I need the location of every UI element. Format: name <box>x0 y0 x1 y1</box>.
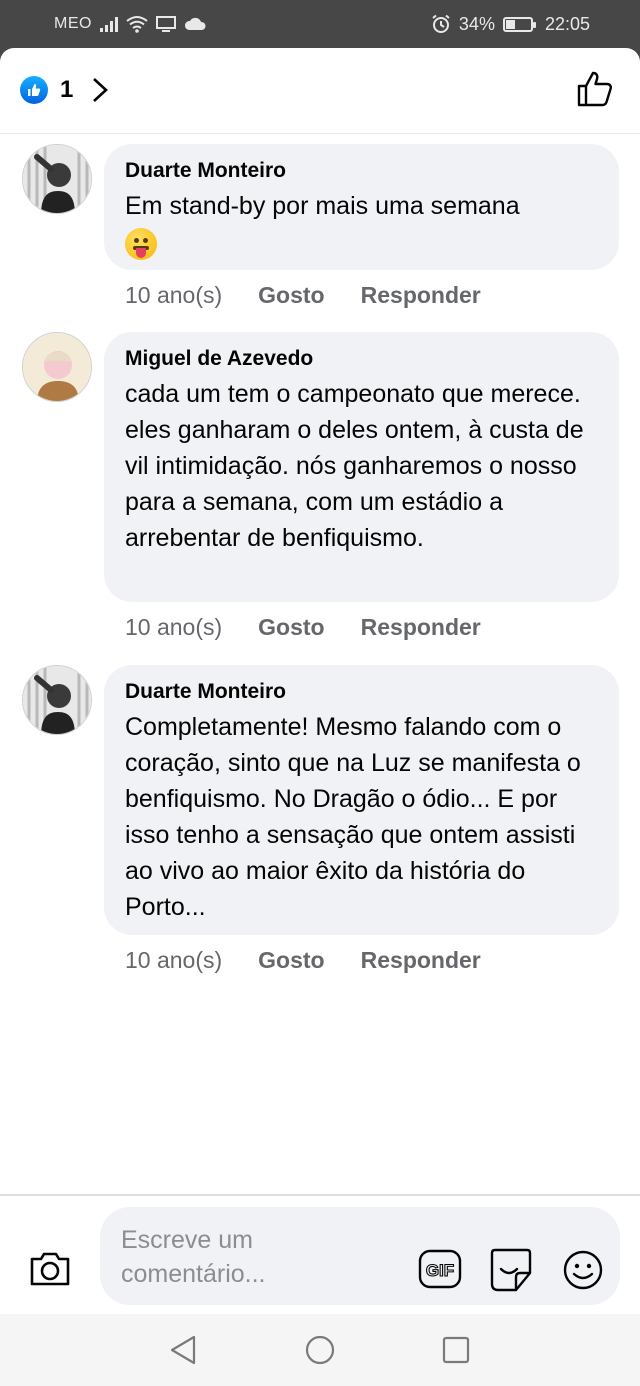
comment-actions: 10 ano(s) Gosto Responder <box>125 614 481 641</box>
system-navigation-bar <box>0 1314 640 1386</box>
comment-author[interactable]: Miguel de Azevedo <box>125 346 599 372</box>
chevron-right-icon <box>93 78 109 102</box>
avatar[interactable] <box>22 665 92 735</box>
sticker-icon[interactable] <box>488 1247 534 1293</box>
comment-actions: 10 ano(s) Gosto Responder <box>125 282 481 309</box>
emoji-icon[interactable] <box>562 1249 604 1291</box>
status-bar: MEO 34% 22:05 <box>0 0 640 48</box>
avatar[interactable] <box>22 332 92 402</box>
like-comment-button[interactable]: Gosto <box>258 282 324 309</box>
reaction-count: 1 <box>60 76 74 103</box>
comment-text: cada um tem o campeonato que merece. ele… <box>125 380 584 552</box>
comment-time: 10 ano(s) <box>125 282 223 308</box>
comment-time: 10 ano(s) <box>125 614 223 640</box>
home-circle-icon[interactable] <box>304 1334 336 1366</box>
recent-apps-icon[interactable] <box>442 1336 470 1364</box>
comment-composer: Escreve um comentário... GIF <box>0 1194 640 1314</box>
comment-input-placeholder: Escreve um comentário... <box>121 1226 266 1288</box>
reply-button[interactable]: Responder <box>361 614 481 641</box>
battery-icon <box>502 16 536 32</box>
comment-text-body: Em stand-by por mais uma semana <box>125 192 520 220</box>
screen-icon <box>155 16 176 32</box>
comment-author[interactable]: Duarte Monteiro <box>125 158 599 184</box>
comment-input[interactable]: Escreve um comentário... GIF <box>100 1207 620 1305</box>
avatar[interactable] <box>22 144 92 214</box>
wifi-icon <box>126 16 148 33</box>
reply-button[interactable]: Responder <box>361 282 481 309</box>
status-left: MEO <box>54 15 206 33</box>
battery-percent: 34% <box>458 13 495 34</box>
cloud-icon <box>184 17 206 30</box>
gif-label: GIF <box>426 1261 454 1280</box>
alarm-icon <box>432 14 450 33</box>
status-right: 34% 22:05 <box>431 14 590 35</box>
face-with-tongue-emoji-icon <box>125 228 157 261</box>
carrier-label: MEO <box>54 15 92 32</box>
back-triangle-icon[interactable] <box>168 1334 198 1366</box>
like-comment-button[interactable]: Gosto <box>258 614 324 641</box>
camera-icon[interactable] <box>28 1250 72 1288</box>
comment-bubble[interactable]: Miguel de Azevedo cada um tem o campeona… <box>104 332 619 602</box>
comment-text: Em stand-by por mais uma semana <box>125 188 599 261</box>
comment-actions: 10 ano(s) Gosto Responder <box>125 947 481 974</box>
signal-icon <box>99 16 118 32</box>
gif-icon[interactable]: GIF <box>418 1249 462 1289</box>
sheet-header: 1 <box>0 48 640 134</box>
like-comment-button[interactable]: Gosto <box>258 947 324 974</box>
like-reaction-icon <box>20 76 48 104</box>
reply-button[interactable]: Responder <box>361 947 481 974</box>
comments-sheet: 1 Duarte Monteiro Em stand-by por mais u… <box>0 48 640 1386</box>
reaction-summary[interactable]: 1 <box>20 76 109 104</box>
clock: 22:05 <box>544 13 590 34</box>
comment-bubble[interactable]: Duarte Monteiro Em stand-by por mais uma… <box>104 144 619 270</box>
thumbs-up-outline-icon[interactable] <box>576 70 614 108</box>
comment-bubble[interactable]: Duarte Monteiro Completamente! Mesmo fal… <box>104 665 619 935</box>
comment-text: Completamente! Mesmo falando com o coraç… <box>125 713 581 921</box>
comment-time: 10 ano(s) <box>125 947 223 973</box>
comment-author[interactable]: Duarte Monteiro <box>125 679 599 705</box>
